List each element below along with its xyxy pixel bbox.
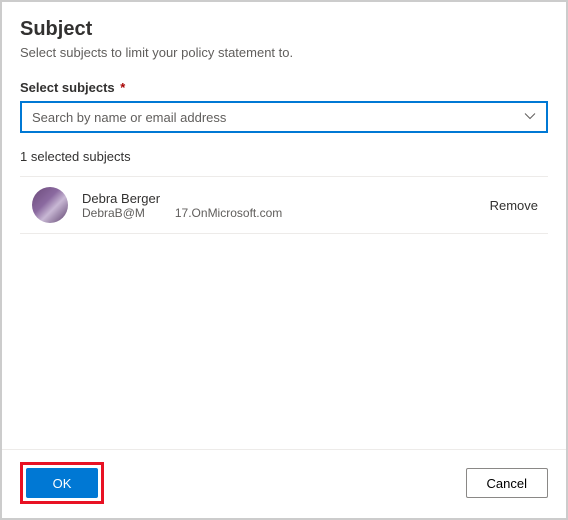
subject-email: DebraB@M 17.OnMicrosoft.com: [82, 206, 490, 220]
avatar: [32, 187, 68, 223]
subject-search-dropdown[interactable]: Search by name or email address: [20, 101, 548, 133]
subject-info: Debra Berger DebraB@M 17.OnMicrosoft.com: [82, 191, 490, 220]
select-subjects-label: Select subjects *: [20, 80, 548, 95]
remove-button[interactable]: Remove: [490, 198, 538, 213]
cancel-button[interactable]: Cancel: [466, 468, 548, 498]
dialog-subtitle: Select subjects to limit your policy sta…: [20, 45, 548, 60]
ok-button[interactable]: OK: [26, 468, 98, 498]
dialog-footer: OK Cancel: [2, 449, 566, 518]
chevron-down-icon: [524, 110, 536, 125]
subject-name: Debra Berger: [82, 191, 490, 206]
ok-highlight-box: OK: [20, 462, 104, 504]
selected-count-label: 1 selected subjects: [20, 149, 548, 164]
dialog-content: Subject Select subjects to limit your po…: [2, 2, 566, 449]
required-marker: *: [120, 80, 125, 95]
dropdown-placeholder: Search by name or email address: [32, 110, 226, 125]
selected-subjects-list: Debra Berger DebraB@M 17.OnMicrosoft.com…: [20, 176, 548, 234]
list-item: Debra Berger DebraB@M 17.OnMicrosoft.com…: [20, 177, 548, 234]
dialog-title: Subject: [20, 18, 548, 41]
